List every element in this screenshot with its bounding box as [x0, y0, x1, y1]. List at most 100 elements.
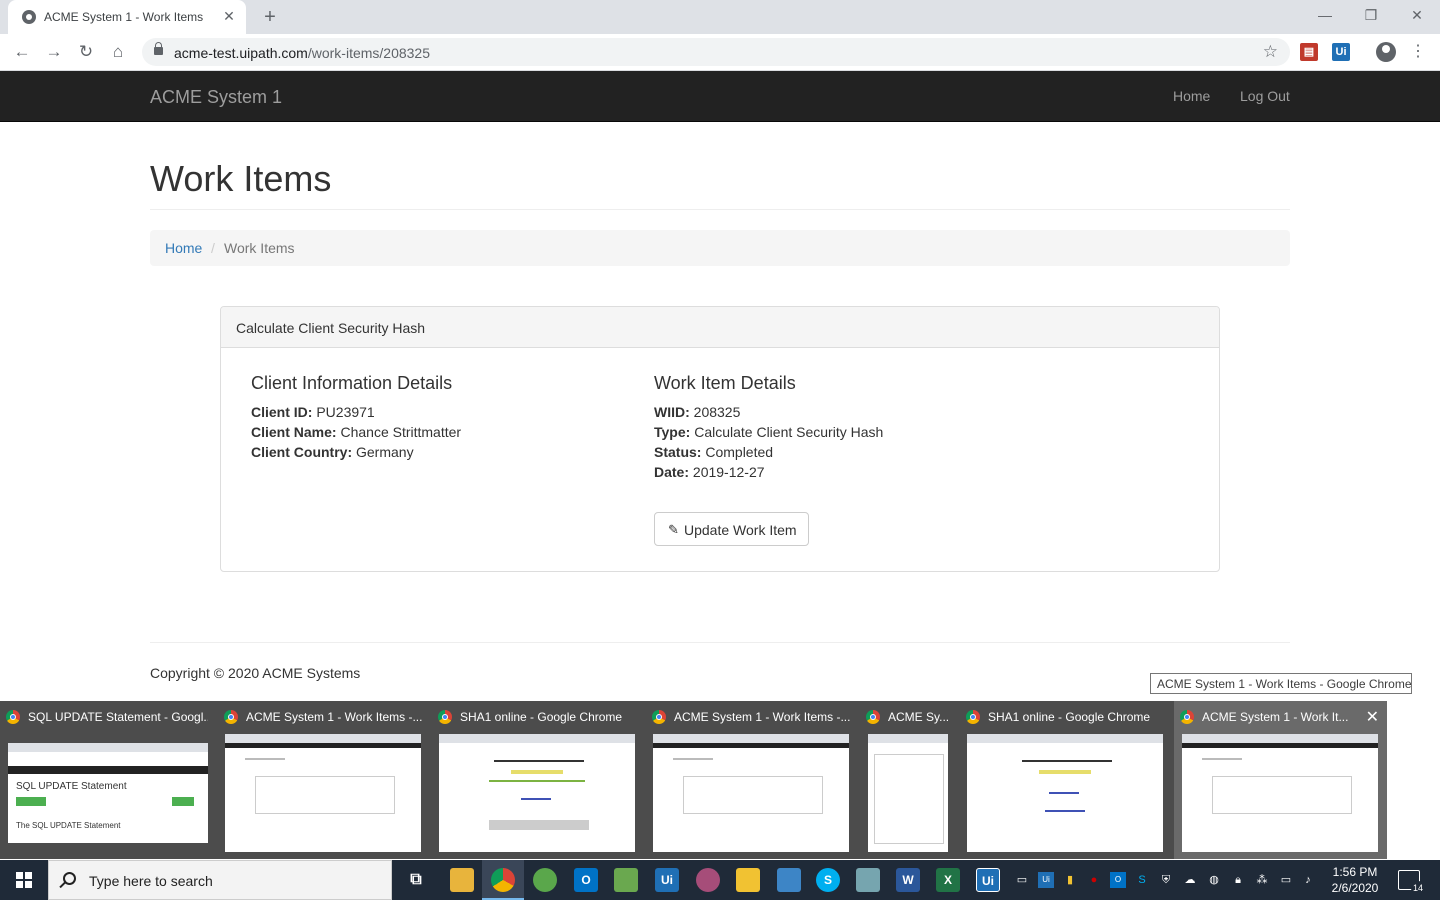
sticky-notes-icon[interactable]: [736, 868, 760, 892]
title-divider: [150, 209, 1290, 210]
tray-lock-icon[interactable]: 🔒︎: [1230, 872, 1246, 888]
browser-tab[interactable]: ACME System 1 - Work Items ✕: [8, 0, 246, 34]
mini-tabbar: [8, 743, 208, 752]
outlook-icon[interactable]: O: [574, 868, 598, 892]
android-studio-icon[interactable]: [533, 868, 557, 892]
thumbnail-acme-small[interactable]: ACME Sy...: [860, 701, 956, 859]
taskbar-search-box[interactable]: Type here to search: [48, 860, 392, 900]
chrome-icon: [6, 710, 20, 724]
chrome-icon: [966, 710, 980, 724]
thumbnail-acme-1[interactable]: ACME System 1 - Work Items -...: [218, 701, 428, 859]
preview-prev-button: [16, 797, 46, 806]
thumbnail-sha1-2[interactable]: SHA1 online - Google Chrome: [960, 701, 1170, 859]
thumbnail-acme-active[interactable]: ACME System 1 - Work It... ✕: [1174, 701, 1387, 859]
extension-server-icon[interactable]: ▤: [1300, 43, 1318, 61]
tab-close-icon[interactable]: ✕: [220, 7, 238, 25]
clock-time: 1:56 PM: [1332, 865, 1378, 879]
mini-input: [1039, 770, 1091, 774]
windows-start-icon[interactable]: [0, 860, 48, 900]
tray-cloud-icon[interactable]: ☁: [1182, 872, 1198, 888]
site-brand[interactable]: ACME System 1: [150, 87, 282, 108]
tray-network-globe-icon[interactable]: ◍: [1206, 872, 1222, 888]
task-view-icon[interactable]: ⧉: [404, 868, 428, 892]
thumbnail-close-icon[interactable]: ✕: [1366, 707, 1379, 727]
mini-title-line: [1022, 760, 1112, 762]
thumbnail-preview: [653, 734, 849, 852]
minimize-icon[interactable]: —: [1302, 0, 1348, 30]
excel-icon[interactable]: X: [936, 868, 960, 892]
page-title: Work Items: [150, 158, 332, 199]
file-explorer-icon[interactable]: [450, 868, 474, 892]
tray-shield-icon[interactable]: ▮: [1062, 872, 1078, 888]
client-country-label: Client Country:: [251, 444, 353, 460]
nav-home-link[interactable]: Home: [1173, 88, 1210, 104]
client-id-value: PU23971: [316, 404, 375, 420]
tray-volume-icon[interactable]: ♪: [1300, 872, 1316, 888]
app-icon[interactable]: [856, 868, 880, 892]
bookmark-star-icon[interactable]: ☆: [1263, 42, 1278, 62]
forward-arrow-icon[interactable]: →: [42, 40, 66, 64]
nav-logout-link[interactable]: Log Out: [1240, 88, 1290, 104]
client-id-label: Client ID:: [251, 404, 313, 420]
url-text[interactable]: acme-test.uipath.com/work-items/208325: [174, 45, 430, 61]
thumbnail-sha1-1[interactable]: SHA1 online - Google Chrome: [432, 701, 642, 859]
status-value: Completed: [705, 444, 774, 460]
remote-desktop-icon[interactable]: [777, 868, 801, 892]
thumbnail-title: SQL UPDATE Statement - Googl...: [28, 710, 208, 724]
tray-network-icon[interactable]: ▭: [1278, 872, 1294, 888]
word-icon[interactable]: W: [896, 868, 920, 892]
mini-tabbar: [868, 734, 948, 743]
date-row: Date: 2019-12-27: [654, 464, 765, 480]
type-value: Calculate Client Security Hash: [694, 424, 884, 440]
mini-panel: [255, 776, 395, 814]
paint-icon[interactable]: [696, 868, 720, 892]
mini-tabbar: [967, 734, 1163, 743]
reload-icon[interactable]: ↻: [74, 40, 98, 64]
thumbnail-preview: [225, 734, 421, 852]
client-country-value: Germany: [356, 444, 414, 460]
thumbnail-title: SHA1 online - Google Chrome: [460, 710, 623, 724]
chrome-taskbar-icon[interactable]: [491, 868, 515, 892]
thumbnail-preview: [868, 734, 948, 852]
update-work-item-button[interactable]: ✎ Update Work Item: [654, 512, 809, 546]
tray-uipath-icon[interactable]: Ui: [1038, 872, 1054, 888]
notepad-plus-icon[interactable]: [614, 868, 638, 892]
account-icon[interactable]: [1376, 42, 1396, 62]
client-name-label: Client Name:: [251, 424, 337, 440]
update-button-label: Update Work Item: [684, 522, 797, 538]
tray-outlook-icon[interactable]: O: [1110, 872, 1126, 888]
mini-link: [1049, 792, 1079, 794]
tray-red-icon[interactable]: ●: [1086, 872, 1102, 888]
uipath-studio-icon[interactable]: Ui: [655, 868, 679, 892]
site-navbar: ACME System 1 Home Log Out: [0, 71, 1440, 122]
mini-tabbar: [653, 734, 849, 743]
home-icon[interactable]: ⌂: [106, 40, 130, 64]
back-arrow-icon[interactable]: ←: [10, 40, 34, 64]
tray-skype-icon[interactable]: S: [1134, 872, 1150, 888]
menu-kebab-icon[interactable]: ⋮: [1410, 42, 1426, 62]
chrome-icon: [866, 710, 880, 724]
uipath-extension-icon[interactable]: Ui: [1332, 43, 1350, 61]
taskbar-thumbnail-strip: SQL UPDATE Statement - Googl... SQL UPDA…: [0, 701, 1387, 859]
wiid-value: 208325: [693, 404, 741, 420]
mini-panel: [683, 776, 823, 814]
tray-teams-icon[interactable]: ⁂: [1254, 872, 1270, 888]
thumbnail-sql-update[interactable]: SQL UPDATE Statement - Googl... SQL UPDA…: [0, 701, 214, 859]
uipath-robot-icon[interactable]: Ui: [976, 868, 1000, 892]
restore-icon[interactable]: ❐: [1348, 0, 1394, 30]
client-id-row: Client ID: PU23971: [251, 404, 375, 420]
mini-nav: [1182, 743, 1378, 748]
breadcrumb-home-link[interactable]: Home: [165, 240, 202, 256]
address-bar[interactable]: acme-test.uipath.com/work-items/208325 ☆: [142, 38, 1290, 66]
tray-monitor-icon[interactable]: ▭: [1014, 872, 1030, 888]
window-close-icon[interactable]: ✕: [1394, 0, 1440, 30]
taskbar-clock[interactable]: 1:56 PM 2/6/2020: [1322, 864, 1388, 896]
skype-icon[interactable]: S: [816, 868, 840, 892]
client-name-value: Chance Strittmatter: [340, 424, 462, 440]
thumbnail-acme-2[interactable]: ACME System 1 - Work Items -...: [646, 701, 856, 859]
new-tab-button[interactable]: +: [258, 5, 282, 29]
tray-defender-icon[interactable]: ⛨: [1158, 872, 1174, 888]
notification-center-icon[interactable]: 14: [1398, 870, 1425, 895]
chrome-icon: [224, 710, 238, 724]
mini-link: [521, 798, 551, 800]
